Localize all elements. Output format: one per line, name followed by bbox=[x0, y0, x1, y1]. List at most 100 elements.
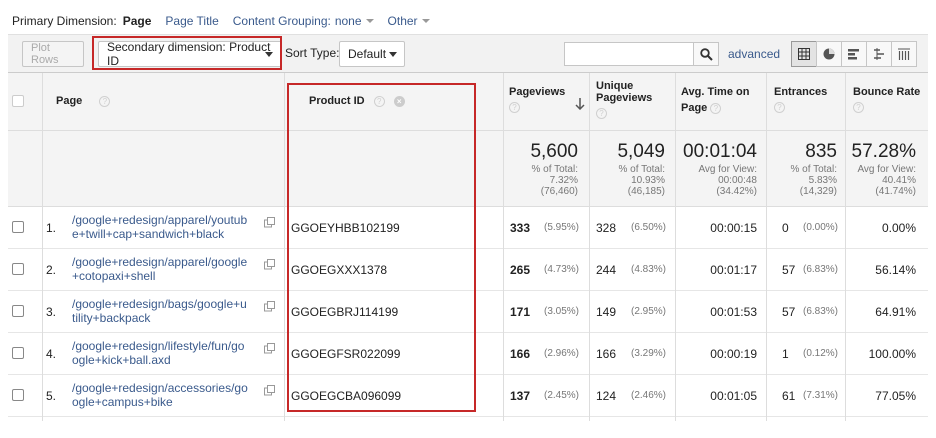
pie-chart-icon bbox=[823, 48, 835, 60]
avg-time-value: 00:01:17 bbox=[710, 263, 757, 277]
bounce-rate-value: 100.00% bbox=[868, 347, 916, 361]
sort-descending-icon bbox=[575, 98, 585, 110]
entrances-pct: (6.83%) bbox=[803, 264, 839, 275]
column-header-avg-time[interactable]: Avg. Time on Page ? bbox=[681, 86, 749, 114]
pageviews-pct: (4.73%) bbox=[544, 264, 580, 275]
dimension-page[interactable]: Page bbox=[123, 14, 152, 28]
column-header-bounce-rate[interactable]: Bounce Rate ? bbox=[853, 86, 920, 113]
unique-pageviews-value: 244 bbox=[596, 263, 617, 277]
sort-type-label: Sort Type: bbox=[285, 46, 340, 60]
advanced-filter-link[interactable]: advanced bbox=[728, 47, 780, 61]
primary-dimension-label: Primary Dimension: bbox=[12, 14, 117, 28]
open-page-icon[interactable] bbox=[264, 259, 275, 270]
page-link[interactable]: /google+redesign/lifestyle/fun/go ogle+ki… bbox=[72, 339, 267, 367]
pageviews-value: 171 bbox=[510, 305, 531, 319]
dimension-page-title[interactable]: Page Title bbox=[165, 14, 218, 28]
avg-time-value: 00:00:15 bbox=[710, 221, 757, 235]
content-grouping-label: Content Grouping: bbox=[232, 14, 331, 28]
column-header-page[interactable]: Page ? bbox=[56, 95, 111, 107]
help-icon[interactable]: ? bbox=[509, 102, 520, 113]
help-icon[interactable]: ? bbox=[596, 108, 607, 119]
pageviews-pct: (2.96%) bbox=[544, 348, 580, 359]
open-page-icon[interactable] bbox=[264, 301, 275, 312]
pageviews-value: 333 bbox=[510, 221, 531, 235]
unique-header-line2: Pageviews bbox=[596, 92, 653, 104]
open-page-icon[interactable] bbox=[264, 385, 275, 396]
unique-pageviews-pct: (3.29%) bbox=[631, 348, 667, 359]
page-link[interactable]: /google+redesign/bags/google+u tility+bac… bbox=[72, 297, 267, 325]
plot-rows-button[interactable]: Plot Rows bbox=[22, 41, 84, 67]
unique-pageviews-pct: (2.95%) bbox=[631, 306, 667, 317]
dimension-other[interactable]: Other bbox=[388, 14, 430, 28]
select-all-checkbox[interactable] bbox=[12, 95, 24, 107]
bounce-rate-value: 0.00% bbox=[881, 221, 916, 235]
page-link[interactable]: /google+redesign/apparel/youtub e+twill+c… bbox=[72, 213, 267, 241]
help-icon[interactable]: ? bbox=[853, 102, 864, 113]
column-divider bbox=[284, 73, 285, 421]
search-input[interactable] bbox=[564, 42, 694, 66]
total-entrances: 835 bbox=[805, 141, 837, 162]
unique-pageviews-pct: (6.50%) bbox=[631, 222, 667, 233]
column-divider bbox=[503, 73, 504, 421]
total-unique-detail: % of Total: 10.93% (46,185) bbox=[618, 164, 665, 197]
comparison-view-button[interactable] bbox=[866, 41, 892, 67]
dimension-content-grouping[interactable]: Content Grouping: none bbox=[233, 14, 374, 28]
entrances-value: 0 bbox=[782, 221, 789, 235]
column-header-unique-pageviews[interactable]: Unique Pageviews ? bbox=[596, 80, 652, 119]
page-path-line1: /google+redesign/accessories/go bbox=[72, 381, 248, 395]
table-view-button[interactable] bbox=[791, 41, 817, 67]
pageviews-value: 265 bbox=[510, 263, 531, 277]
entrances-pct: (7.31%) bbox=[803, 390, 839, 401]
help-icon[interactable]: ? bbox=[710, 102, 722, 114]
page-path-line2: +cotopaxi+shell bbox=[72, 269, 156, 283]
page-path-line2: tility+backpack bbox=[72, 311, 151, 325]
pageviews-pct: (3.05%) bbox=[544, 306, 580, 317]
page-path-line2: ogle+campus+bike bbox=[72, 395, 173, 409]
column-header-pageviews[interactable]: Pageviews ? bbox=[509, 86, 587, 113]
highlight-product-id-column bbox=[287, 83, 476, 412]
page-link[interactable]: /google+redesign/apparel/google +cotopaxi… bbox=[72, 255, 267, 283]
content-grouping-value: none bbox=[334, 14, 362, 28]
row-number: 3. bbox=[46, 305, 57, 319]
pie-view-button[interactable] bbox=[816, 41, 842, 67]
entrances-value: 57 bbox=[782, 305, 796, 319]
bar-view-button[interactable] bbox=[841, 41, 867, 67]
page-header-label: Page bbox=[56, 95, 83, 107]
comparison-icon bbox=[874, 48, 884, 60]
bounce-rate-value: 64.91% bbox=[875, 305, 916, 319]
row-checkbox[interactable] bbox=[12, 263, 24, 275]
detail-line: 00:00:48 bbox=[718, 175, 757, 186]
row-checkbox[interactable] bbox=[12, 347, 24, 359]
pageviews-pct: (5.95%) bbox=[544, 222, 580, 233]
row-checkbox[interactable] bbox=[12, 305, 24, 317]
unique-pageviews-value: 328 bbox=[596, 221, 617, 235]
row-checkbox[interactable] bbox=[12, 221, 24, 233]
page-path-line2: e+twill+cap+sandwich+black bbox=[72, 227, 225, 241]
column-header-entrances[interactable]: Entrances ? bbox=[774, 86, 827, 113]
open-page-icon[interactable] bbox=[264, 343, 275, 354]
help-icon[interactable]: ? bbox=[99, 95, 111, 107]
row-number: 2. bbox=[46, 263, 57, 277]
sort-type-dropdown[interactable]: Default bbox=[339, 41, 405, 67]
chevron-down-icon bbox=[421, 19, 430, 23]
total-pageviews: 5,600 bbox=[530, 141, 578, 162]
avg-header-line2: Page ? bbox=[681, 102, 749, 114]
open-page-icon[interactable] bbox=[264, 217, 275, 228]
search-button[interactable] bbox=[693, 42, 719, 66]
help-icon[interactable]: ? bbox=[774, 102, 785, 113]
detail-line: 10.93% bbox=[631, 175, 665, 186]
sort-type-value: Default bbox=[348, 47, 387, 61]
view-switcher bbox=[791, 41, 917, 67]
detail-line: (14,329) bbox=[799, 186, 837, 197]
pivot-view-button[interactable] bbox=[891, 41, 917, 67]
bounce-header-label: Bounce Rate bbox=[853, 86, 921, 98]
detail-line: % of Total: bbox=[618, 164, 665, 175]
unique-pageviews-value: 124 bbox=[596, 389, 617, 403]
avg-header-line1: Avg. Time on bbox=[681, 86, 750, 98]
page-path-line1: /google+redesign/lifestyle/fun/go bbox=[72, 339, 245, 353]
page-path-line1: /google+redesign/apparel/youtub bbox=[72, 213, 248, 227]
entrances-header-label: Entrances bbox=[774, 86, 828, 98]
page-path-line2: ogle+kick+ball.axd bbox=[72, 353, 171, 367]
page-link[interactable]: /google+redesign/accessories/go ogle+camp… bbox=[72, 381, 267, 409]
row-checkbox[interactable] bbox=[12, 389, 24, 401]
